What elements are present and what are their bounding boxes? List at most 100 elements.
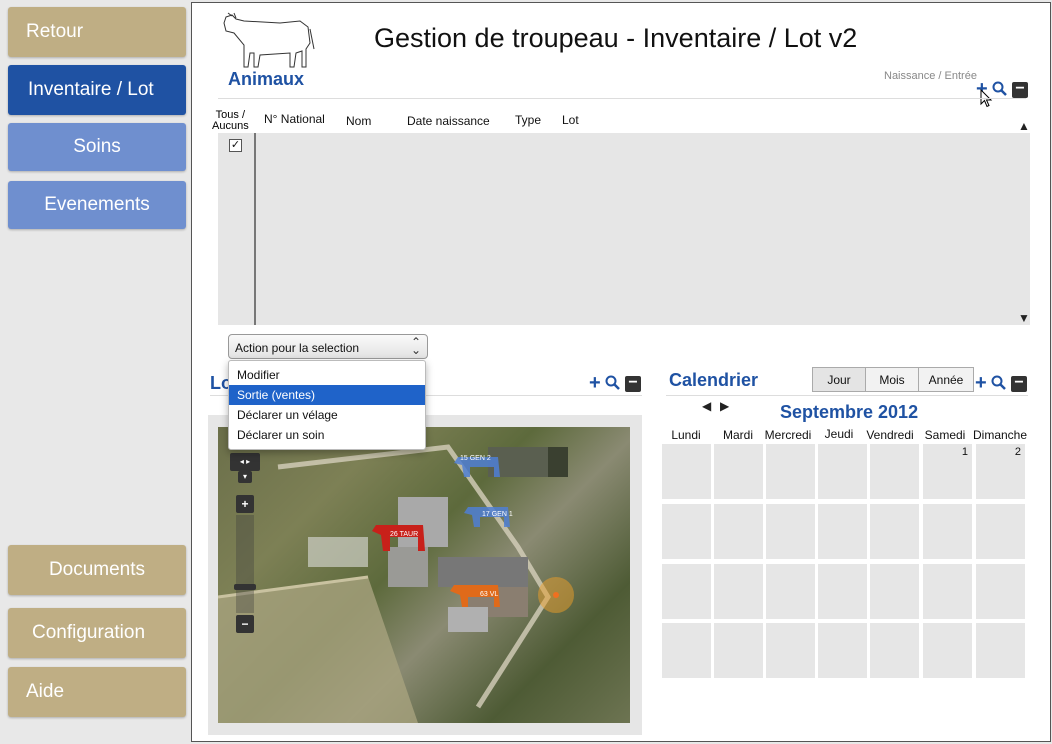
select-all-checkbox[interactable]: ✓ bbox=[229, 139, 242, 152]
col-header-nom[interactable]: Nom bbox=[346, 114, 371, 128]
col-header-type[interactable]: Type bbox=[515, 113, 541, 127]
sidebar-item-label: Documents bbox=[48, 559, 146, 580]
calendar-day-cell[interactable] bbox=[766, 444, 815, 499]
map-overlay bbox=[218, 444, 574, 723]
day-label: Vendredi bbox=[866, 428, 914, 442]
remove-animal-icon[interactable]: − bbox=[1012, 81, 1028, 98]
menu-item-declarer-soin[interactable]: Déclarer un soin bbox=[229, 425, 425, 445]
scroll-up-arrow-icon[interactable]: ▲ bbox=[1018, 119, 1030, 133]
map-label-lot[interactable]: 63 VL bbox=[480, 591, 498, 598]
sidebar-item-inventaire-lot[interactable]: Inventaire / Lot bbox=[8, 65, 186, 115]
day-label: Mardi bbox=[722, 428, 753, 442]
action-select-value: Action pour la selection bbox=[235, 341, 360, 355]
calendar-day-cell[interactable] bbox=[870, 564, 919, 619]
menu-item-sortie-ventes[interactable]: Sortie (ventes) bbox=[229, 385, 425, 405]
calendar-day-cell[interactable] bbox=[766, 564, 815, 619]
calendar-day-cell[interactable] bbox=[766, 504, 815, 559]
map-pan-down-icon[interactable]: ▾ bbox=[238, 471, 252, 483]
map-zoom-in-button[interactable]: + bbox=[236, 495, 254, 513]
calendar-day-cell[interactable]: 2 bbox=[976, 444, 1025, 499]
select-arrows-icon: ⌃ ⌄ bbox=[410, 335, 421, 357]
calendar-day-cell[interactable] bbox=[662, 564, 711, 619]
calendar-day-cell[interactable] bbox=[818, 444, 867, 499]
map-label-lot[interactable]: 15 GEN 2 bbox=[460, 455, 491, 462]
sidebar-item-documents[interactable]: Documents bbox=[8, 545, 186, 595]
calendar-day-cell[interactable] bbox=[976, 564, 1025, 619]
cow-logo-icon bbox=[223, 12, 315, 68]
map-pan-control[interactable]: ◂ ▸ bbox=[230, 453, 260, 471]
calendar-divider bbox=[666, 395, 1028, 396]
calendar-day-cell[interactable] bbox=[714, 623, 763, 678]
tab-mois[interactable]: Mois bbox=[865, 367, 919, 392]
select-all-label: Tous / Aucuns bbox=[212, 109, 249, 132]
calendar-day-cell[interactable] bbox=[662, 504, 711, 559]
tab-annee[interactable]: Année bbox=[918, 367, 974, 392]
calendar-day-cell[interactable] bbox=[818, 504, 867, 559]
prev-month-arrow-icon[interactable]: ◀ bbox=[702, 399, 711, 413]
action-hint: Naissance / Entrée bbox=[884, 70, 977, 82]
sidebar-item-label: Aide bbox=[26, 681, 65, 702]
calendar-month: Septembre 2012 bbox=[780, 402, 919, 422]
map-label-lot[interactable]: 17 GEN 1 bbox=[482, 511, 513, 518]
menu-item-modifier[interactable]: Modifier bbox=[229, 365, 425, 385]
calendar-day-cell[interactable] bbox=[923, 504, 972, 559]
sidebar-item-evenements[interactable]: Evenements bbox=[8, 181, 186, 229]
col-header-lot[interactable]: Lot bbox=[562, 113, 579, 127]
calendar-day-cell[interactable] bbox=[870, 444, 919, 499]
mouse-cursor-icon bbox=[980, 89, 993, 108]
calendar-day-cell[interactable] bbox=[870, 504, 919, 559]
sidebar-item-label: Evenements bbox=[44, 194, 150, 215]
day-label: Mercredi bbox=[764, 428, 812, 442]
sidebar-item-soins[interactable]: Soins bbox=[8, 123, 186, 171]
remove-lot-icon[interactable]: − bbox=[625, 375, 641, 392]
calendar-day-cell[interactable] bbox=[714, 444, 763, 499]
calendar-day-cell[interactable] bbox=[976, 504, 1025, 559]
menu-item-declarer-velage[interactable]: Déclarer un vélage bbox=[229, 405, 425, 425]
calendar-day-cell[interactable] bbox=[714, 564, 763, 619]
animals-table-body[interactable] bbox=[218, 133, 1030, 325]
action-dropdown-menu[interactable]: Modifier Sortie (ventes) Déclarer un vél… bbox=[228, 360, 426, 450]
next-month-arrow-icon[interactable]: ▶ bbox=[720, 399, 729, 413]
calendar-day-cell[interactable] bbox=[714, 504, 763, 559]
page-title: Gestion de troupeau - Inventaire / Lot v… bbox=[374, 23, 858, 53]
header-divider bbox=[218, 98, 1026, 99]
add-lot-icon[interactable]: + bbox=[589, 373, 601, 393]
sidebar-item-label: Configuration bbox=[32, 622, 146, 643]
calendar-day-cell[interactable] bbox=[923, 623, 972, 678]
search-icon[interactable] bbox=[992, 81, 1008, 97]
sidebar-item-aide[interactable]: Aide bbox=[8, 667, 186, 717]
calendar-day-cell[interactable] bbox=[766, 623, 815, 678]
col-header-date-naissance[interactable]: Date naissance bbox=[407, 114, 490, 128]
calendar-day-cell[interactable] bbox=[818, 564, 867, 619]
calendar-day-cell[interactable]: 1 bbox=[923, 444, 972, 499]
search-event-icon[interactable] bbox=[991, 375, 1007, 391]
map-zoom-out-button[interactable]: − bbox=[236, 615, 254, 633]
tab-jour[interactable]: Jour bbox=[812, 367, 866, 392]
sidebar-item-label: Soins bbox=[73, 136, 121, 157]
remove-event-icon[interactable]: − bbox=[1011, 375, 1027, 392]
calendar-day-cell[interactable] bbox=[818, 623, 867, 678]
add-event-icon[interactable]: + bbox=[975, 373, 987, 393]
col-header-national[interactable]: N° National bbox=[264, 112, 325, 126]
map-zoom-slider-handle[interactable] bbox=[234, 584, 256, 590]
sidebar-item-configuration[interactable]: Configuration bbox=[8, 608, 186, 658]
map-zoom-slider[interactable] bbox=[236, 515, 254, 613]
calendar-title: Calendrier bbox=[669, 370, 759, 390]
day-label: Lundi bbox=[671, 428, 701, 442]
calendar-day-number: 2 bbox=[1014, 446, 1021, 458]
calendar-day-number: 1 bbox=[961, 446, 968, 458]
calendar-day-cell[interactable] bbox=[662, 623, 711, 678]
action-select[interactable]: Action pour la selection ⌃ ⌄ bbox=[228, 334, 428, 359]
calendar-day-cell[interactable] bbox=[923, 564, 972, 619]
calendar-day-cell[interactable] bbox=[662, 444, 711, 499]
farm-map[interactable]: 15 GEN 2 17 GEN 1 26 TAUR 63 VL ◂ ▸ ▾ + … bbox=[218, 427, 630, 723]
calendar-day-cell[interactable] bbox=[870, 623, 919, 678]
sidebar-item-retour[interactable]: Retour bbox=[8, 7, 186, 57]
sidebar-item-label: Inventaire / Lot bbox=[28, 79, 154, 100]
map-label-lot[interactable]: 26 TAUR bbox=[390, 531, 418, 538]
sidebar-item-label: Retour bbox=[26, 21, 84, 42]
sidebar: Retour Inventaire / Lot Soins Evenements… bbox=[0, 0, 192, 744]
calendar-day-cell[interactable] bbox=[976, 623, 1025, 678]
scroll-down-arrow-icon[interactable]: ▼ bbox=[1018, 311, 1030, 325]
search-lot-icon[interactable] bbox=[605, 375, 621, 391]
